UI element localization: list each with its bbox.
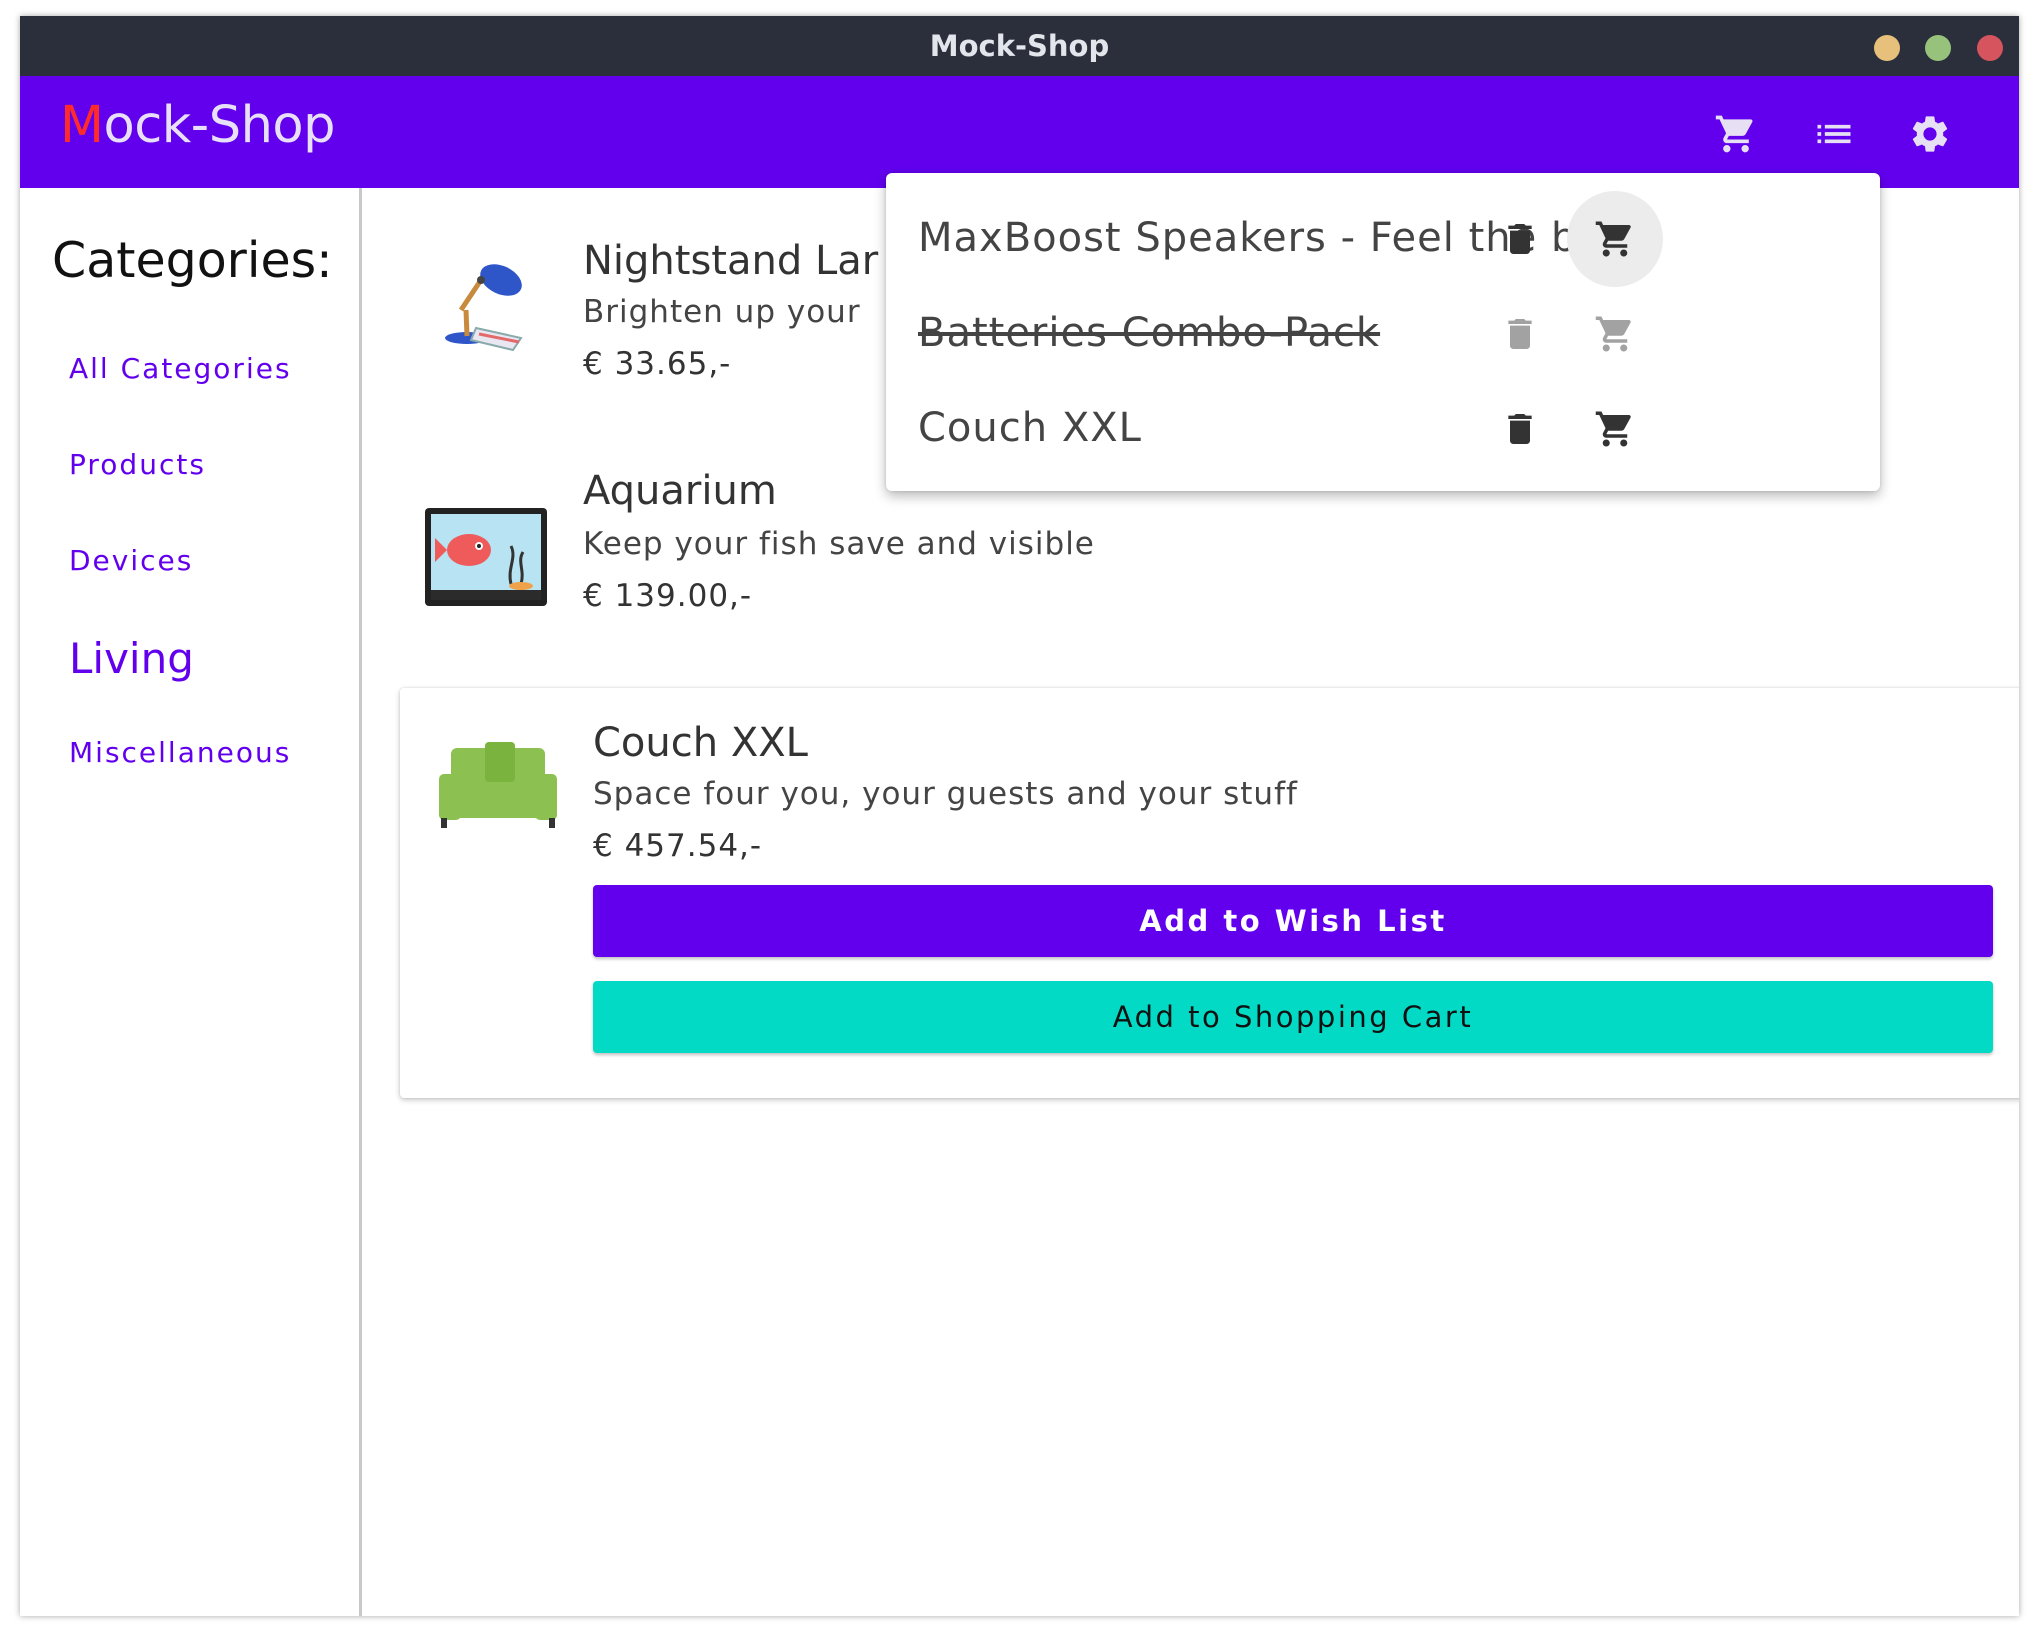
product-description: Keep your fish save and visible [583,526,1095,562]
product-description: Space four you, your guests and your stu… [593,776,1298,812]
window-title: Mock-Shop [929,29,1110,63]
close-button[interactable] [1977,35,2003,61]
product-name: Nightstand Lar [583,238,879,284]
brand-initial: M [60,96,104,155]
category-all[interactable]: All Categories [69,352,292,385]
app-bar: Mock-Shop [20,76,2019,188]
wish-list-item: Couch XXL [886,381,1880,477]
product-price: € 33.65,- [583,346,732,382]
category-sidebar: Categories: All Categories Products Devi… [20,188,362,1616]
delete-icon [1472,286,1568,382]
aquarium-icon [421,498,551,628]
product-price: € 139.00,- [583,578,753,614]
window-titlebar: Mock-Shop [20,16,2019,76]
settings-gear-icon[interactable] [1906,110,1954,158]
move-to-cart-icon [1567,286,1663,382]
couch-icon [433,738,563,838]
desk-lamp-icon [421,240,551,370]
wish-item-name[interactable]: Batteries Combo-Pack [918,310,1380,356]
delete-icon[interactable] [1472,381,1568,477]
category-miscellaneous[interactable]: Miscellaneous [69,736,291,769]
maximize-button[interactable] [1925,35,1951,61]
wish-list-item: Batteries Combo-Pack [886,286,1880,382]
add-to-shopping-cart-button[interactable]: Add to Shopping Cart [593,981,1993,1053]
app-window: Mock-Shop Mock-Shop Categories: All Cate… [20,16,2019,1616]
wish-list-popup: MaxBoost Speakers - Feel the bass! Batte… [886,173,1880,491]
categories-heading: Categories: [52,232,333,289]
move-to-cart-icon[interactable] [1567,381,1663,477]
category-products[interactable]: Products [69,448,206,481]
product-description: Brighten up your [583,294,861,330]
product-name: Couch XXL [593,720,808,766]
category-devices[interactable]: Devices [69,544,193,577]
category-living[interactable]: Living [69,634,194,683]
brand-logo[interactable]: Mock-Shop [60,96,335,155]
brand-name: ock-Shop [103,96,336,155]
wish-list-item: MaxBoost Speakers - Feel the bass! [886,191,1880,287]
delete-icon[interactable] [1472,191,1568,287]
product-name: Aquarium [583,468,777,514]
shopping-cart-icon[interactable] [1712,110,1760,158]
move-to-cart-icon[interactable] [1567,191,1663,287]
list-icon[interactable] [1810,110,1858,158]
minimize-button[interactable] [1874,35,1900,61]
product-price: € 457.54,- [593,828,763,864]
wish-item-name[interactable]: Couch XXL [918,405,1142,451]
add-to-wish-list-button[interactable]: Add to Wish List [593,885,1993,957]
product-card-expanded[interactable]: Couch XXL Space four you, your guests an… [400,688,2019,1098]
